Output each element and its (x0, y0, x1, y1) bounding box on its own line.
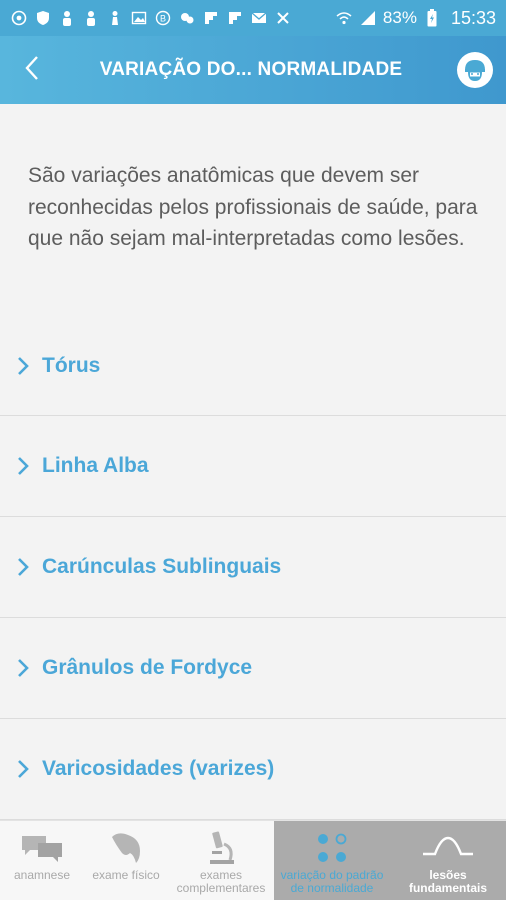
tab-anamnese[interactable]: anamnese (0, 821, 84, 900)
mail-icon (250, 9, 268, 27)
tab-label: anamnese (13, 868, 71, 882)
list-item-varicosidades[interactable]: Varicosidades (varizes) (0, 719, 506, 820)
tab-label: exame físico (92, 868, 160, 882)
status-right: 83% 15:33 (335, 8, 496, 29)
dentist-avatar-icon (457, 52, 493, 88)
app-bar: VARIAÇÃO DO... NORMALIDADE (0, 36, 506, 104)
flipboard-icon (226, 9, 244, 27)
back-button[interactable] (0, 36, 64, 104)
bottom-tab-bar: anamnese exame físico exames complementa… (0, 820, 506, 900)
chevron-right-icon (12, 454, 34, 478)
tab-variacao-padrao-normalidade[interactable]: variação do padrão de normalidade (274, 821, 390, 900)
list-item-label: Varicosidades (varizes) (42, 757, 275, 780)
tooth-icon (108, 829, 144, 867)
person-icon (82, 9, 100, 27)
clock: 15:33 (450, 7, 496, 28)
svg-text:B: B (160, 14, 166, 24)
chevron-right-icon (12, 656, 34, 680)
intro-text: São variações anatômicas que devem ser r… (28, 164, 478, 250)
tab-exame-fisico[interactable]: exame físico (84, 821, 168, 900)
tab-label: variação do padrão de normalidade (280, 868, 384, 895)
chevron-right-icon (12, 555, 34, 579)
chat-bubbles-icon (20, 829, 64, 867)
list-item-caruncula[interactable]: Carúnculas Sublinguais (0, 517, 506, 618)
list-item-label: Grânulos de Fordyce (42, 656, 253, 679)
tab-lesoes-fundamentais[interactable]: lesões fundamentais (390, 821, 506, 900)
list-item-torus[interactable]: Tórus (0, 316, 506, 416)
notification-icons: B (10, 9, 335, 27)
person-icon (58, 9, 76, 27)
profile-button[interactable] (444, 36, 506, 104)
dots-grid-icon (315, 829, 349, 867)
battery-percent: 83% (382, 8, 417, 27)
list-item-linha-alba[interactable]: Linha Alba (0, 416, 506, 517)
list-item-fordyce[interactable]: Grânulos de Fordyce (0, 618, 506, 719)
tab-exames-complementares[interactable]: exames complementares (168, 821, 274, 900)
microscope-icon (204, 829, 238, 867)
tab-label: lesões fundamentais (408, 868, 487, 895)
variation-list: Tórus Linha Alba Carúnculas Sublinguais … (0, 316, 506, 820)
tab-label: exames complementares (176, 868, 266, 895)
list-item-label: Carúnculas Sublinguais (42, 555, 282, 578)
close-icon (274, 9, 292, 27)
bitcoin-icon: B (154, 9, 172, 27)
wifi-icon (335, 9, 353, 27)
status-bar: B 83% 15:33 (0, 0, 506, 36)
weather-icon (178, 9, 196, 27)
lesion-curve-icon (421, 829, 475, 867)
chevron-right-icon (12, 757, 34, 781)
flipboard-icon (202, 9, 220, 27)
shield-icon (34, 9, 52, 27)
chess-icon (106, 9, 124, 27)
battery-icon (423, 9, 441, 27)
whatsapp-icon (10, 9, 28, 27)
list-item-label: Tórus (42, 353, 101, 377)
page-title: VARIAÇÃO DO... NORMALIDADE (99, 59, 403, 80)
image-icon (130, 9, 148, 27)
content-area: São variações anatômicas que devem ser r… (0, 104, 506, 820)
list-item-label: Linha Alba (42, 454, 149, 477)
chevron-left-icon (24, 55, 40, 86)
signal-icon (359, 9, 377, 27)
chevron-right-icon (12, 354, 34, 378)
